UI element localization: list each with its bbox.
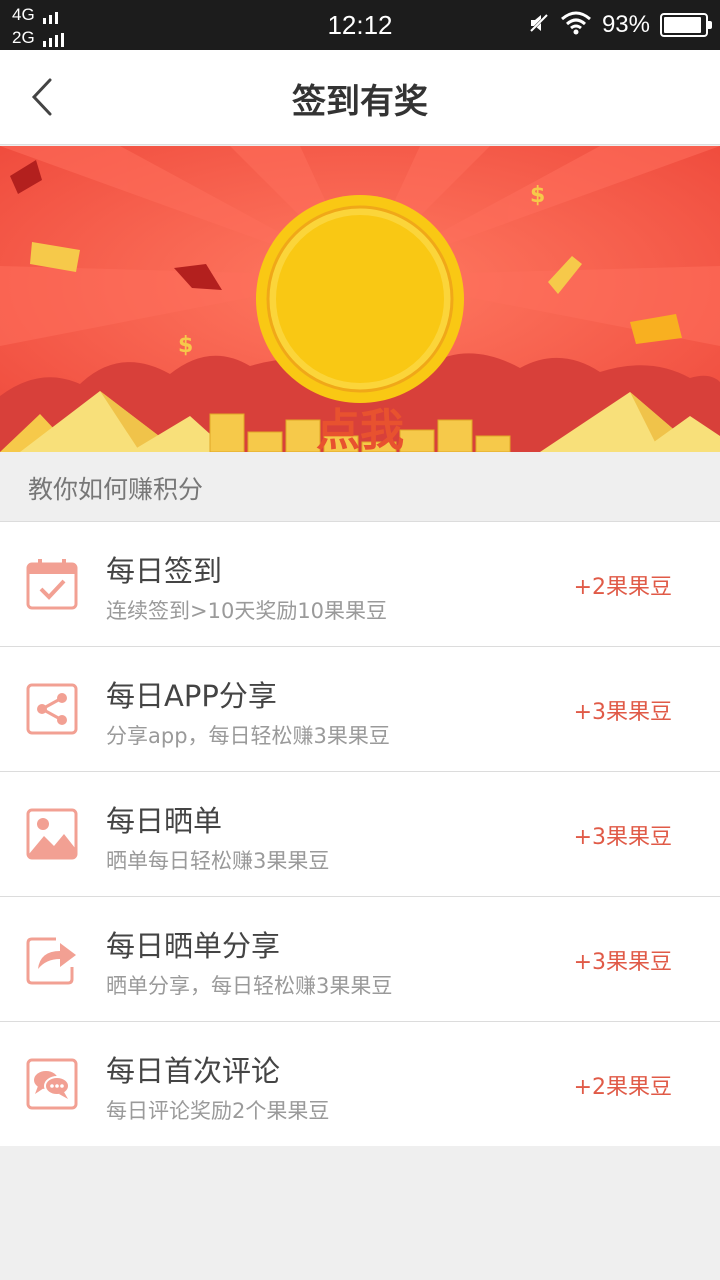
task-desc: 晒单分享，每日轻松赚3果果豆 <box>106 974 393 998</box>
comment-icon <box>26 1058 78 1110</box>
task-title: 每日首次评论 <box>106 1054 281 1088</box>
task-title: 每日晒单分享 <box>106 929 281 963</box>
task-reward: +3果果豆 <box>573 950 672 975</box>
task-reward: +2果果豆 <box>573 575 672 600</box>
task-daily-checkin[interactable]: 每日签到 连续签到>10天奖励10果果豆 +2果果豆 <box>0 522 720 647</box>
svg-text:$: $ <box>178 333 193 358</box>
battery-percent: 93% <box>601 11 650 38</box>
task-title: 每日晒单 <box>106 804 223 838</box>
task-reward: +3果果豆 <box>573 700 672 725</box>
status-bar: 4G 2G 12:12 93% <box>0 0 720 50</box>
forward-share-icon <box>26 933 78 985</box>
task-daily-app-share[interactable]: 每日APP分享 分享app，每日轻松赚3果果豆 +3果果豆 <box>0 647 720 772</box>
task-reward: +2果果豆 <box>573 1075 672 1100</box>
checkin-banner: $ $ 点我 签到 <box>0 146 720 452</box>
image-icon <box>26 808 78 860</box>
calendar-check-icon <box>26 558 78 610</box>
section-title: 教你如何赚积分 <box>28 475 204 504</box>
task-daily-post[interactable]: 每日晒单 晒单每日轻松赚3果果豆 +3果果豆 <box>0 772 720 897</box>
mute-icon <box>528 12 550 38</box>
share-icon <box>26 683 78 735</box>
wifi-icon <box>560 11 592 39</box>
nav-bar: 签到有奖 <box>0 50 720 145</box>
task-daily-post-share[interactable]: 每日晒单分享 晒单分享，每日轻松赚3果果豆 +3果果豆 <box>0 897 720 1022</box>
task-desc: 连续签到>10天奖励10果果豆 <box>106 599 388 623</box>
battery-icon <box>660 13 712 37</box>
task-desc: 分享app，每日轻松赚3果果豆 <box>106 724 390 748</box>
task-daily-first-comment[interactable]: 每日首次评论 每日评论奖励2个果果豆 +2果果豆 <box>0 1022 720 1146</box>
status-right: 93% <box>528 10 712 40</box>
svg-text:$: $ <box>530 183 545 208</box>
checkin-line1: 点我 <box>316 405 404 452</box>
task-desc: 每日评论奖励2个果果豆 <box>106 1099 330 1123</box>
task-reward: +3果果豆 <box>573 825 672 850</box>
battery-level <box>664 17 702 33</box>
page-title: 签到有奖 <box>292 82 428 122</box>
task-list: 每日签到 连续签到>10天奖励10果果豆 +2果果豆 每日APP分享 分享app… <box>0 522 720 1146</box>
section-header: 教你如何赚积分 <box>0 452 720 522</box>
task-title: 每日APP分享 <box>106 679 277 713</box>
task-title: 每日签到 <box>106 554 223 588</box>
task-desc: 晒单每日轻松赚3果果豆 <box>106 849 330 873</box>
